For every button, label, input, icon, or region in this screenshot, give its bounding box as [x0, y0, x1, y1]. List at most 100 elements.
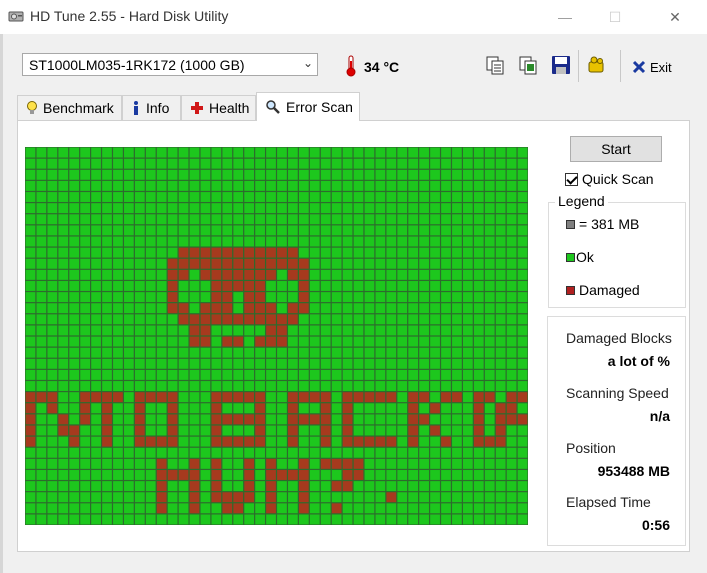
ok-block — [397, 381, 408, 391]
damaged-block — [277, 336, 287, 347]
damaged-block — [408, 436, 419, 447]
ok-block — [375, 347, 386, 358]
ok-block — [91, 425, 101, 436]
ok-block — [342, 236, 353, 247]
damaged-block — [364, 436, 375, 447]
ok-block — [452, 292, 462, 303]
ok-block — [517, 269, 528, 280]
damaged-blocks-label: Damaged Blocks — [566, 330, 672, 346]
ok-block — [397, 180, 408, 191]
damaged-block — [255, 392, 265, 403]
tab-info[interactable]: Info — [122, 95, 181, 120]
copy-all-icon[interactable] — [517, 54, 539, 76]
damaged-block — [320, 458, 331, 469]
ok-block — [266, 180, 276, 191]
ok-block — [288, 281, 298, 291]
damaged-block — [255, 247, 265, 258]
ok-block — [134, 203, 145, 214]
damaged-block — [91, 392, 101, 403]
ok-block — [91, 503, 101, 514]
ok-block — [386, 336, 397, 347]
ok-block — [353, 225, 364, 236]
ok-block — [80, 425, 90, 436]
ok-block — [309, 425, 320, 436]
damaged-block — [320, 425, 331, 436]
close-window-button[interactable]: ✕ — [652, 0, 698, 34]
ok-block — [375, 281, 386, 291]
ok-block — [156, 403, 167, 414]
options-icon[interactable] — [585, 54, 607, 76]
damaged-block — [266, 303, 276, 314]
ok-block — [473, 180, 484, 191]
ok-block — [25, 169, 36, 180]
damaged-block — [288, 414, 298, 425]
tab-error-scan[interactable]: Error Scan — [256, 92, 360, 121]
ok-block — [47, 236, 58, 247]
ok-block — [353, 369, 364, 380]
damaged-block — [222, 436, 233, 447]
ok-block — [69, 314, 80, 325]
ok-block — [178, 147, 189, 158]
ok-block — [36, 325, 47, 336]
ok-block — [91, 470, 101, 480]
ok-block — [47, 225, 58, 236]
ok-block — [145, 247, 156, 258]
save-icon[interactable] — [550, 54, 572, 76]
tab-health[interactable]: Health — [181, 95, 256, 120]
ok-block — [441, 192, 451, 202]
ok-block — [473, 269, 484, 280]
ok-block — [102, 303, 112, 314]
ok-block — [353, 414, 364, 425]
ok-block — [441, 158, 451, 169]
ok-block — [113, 180, 123, 191]
ok-block — [364, 158, 375, 169]
ok-block — [375, 158, 386, 169]
ok-block — [342, 214, 353, 225]
ok-block — [386, 514, 397, 525]
ok-block — [277, 358, 287, 369]
ok-block — [298, 358, 309, 369]
ok-block — [517, 369, 528, 380]
ok-block — [189, 414, 200, 425]
start-button[interactable]: Start — [570, 136, 662, 162]
ok-block — [58, 358, 69, 369]
ok-block — [452, 458, 462, 469]
maximize-button[interactable]: ☐ — [592, 0, 638, 34]
ok-block — [113, 281, 123, 291]
exit-button[interactable]: Exit — [632, 56, 672, 78]
copy-icon[interactable] — [484, 54, 506, 76]
ok-block — [331, 470, 342, 480]
damaged-block — [167, 281, 178, 291]
ok-block — [113, 369, 123, 380]
drive-select[interactable]: ST1000LM035-1RK172 (1000 GB) ⌄ — [22, 53, 318, 76]
ok-block — [91, 381, 101, 391]
ok-block — [211, 514, 222, 525]
ok-block — [452, 403, 462, 414]
tab-benchmark[interactable]: Benchmark — [17, 95, 122, 120]
ok-block — [189, 347, 200, 358]
ok-block — [47, 303, 58, 314]
ok-block — [58, 369, 69, 380]
ok-block — [36, 192, 47, 202]
ok-block — [189, 381, 200, 391]
ok-block — [233, 470, 244, 480]
minimize-button[interactable]: — — [542, 0, 588, 34]
quick-scan-checkbox[interactable]: Quick Scan — [565, 171, 654, 187]
ok-block — [452, 236, 462, 247]
damaged-block — [25, 436, 36, 447]
ok-block — [222, 147, 233, 158]
ok-block — [506, 303, 517, 314]
ok-block — [36, 514, 47, 525]
ok-block — [506, 425, 517, 436]
ok-block — [156, 325, 167, 336]
ok-block — [462, 236, 473, 247]
ok-block — [124, 247, 134, 258]
ok-block — [113, 203, 123, 214]
damaged-block — [189, 492, 200, 503]
ok-block — [386, 292, 397, 303]
ok-block — [113, 247, 123, 258]
ok-block — [430, 314, 440, 325]
ok-block — [309, 158, 320, 169]
ok-block — [69, 147, 80, 158]
ok-block — [36, 147, 47, 158]
